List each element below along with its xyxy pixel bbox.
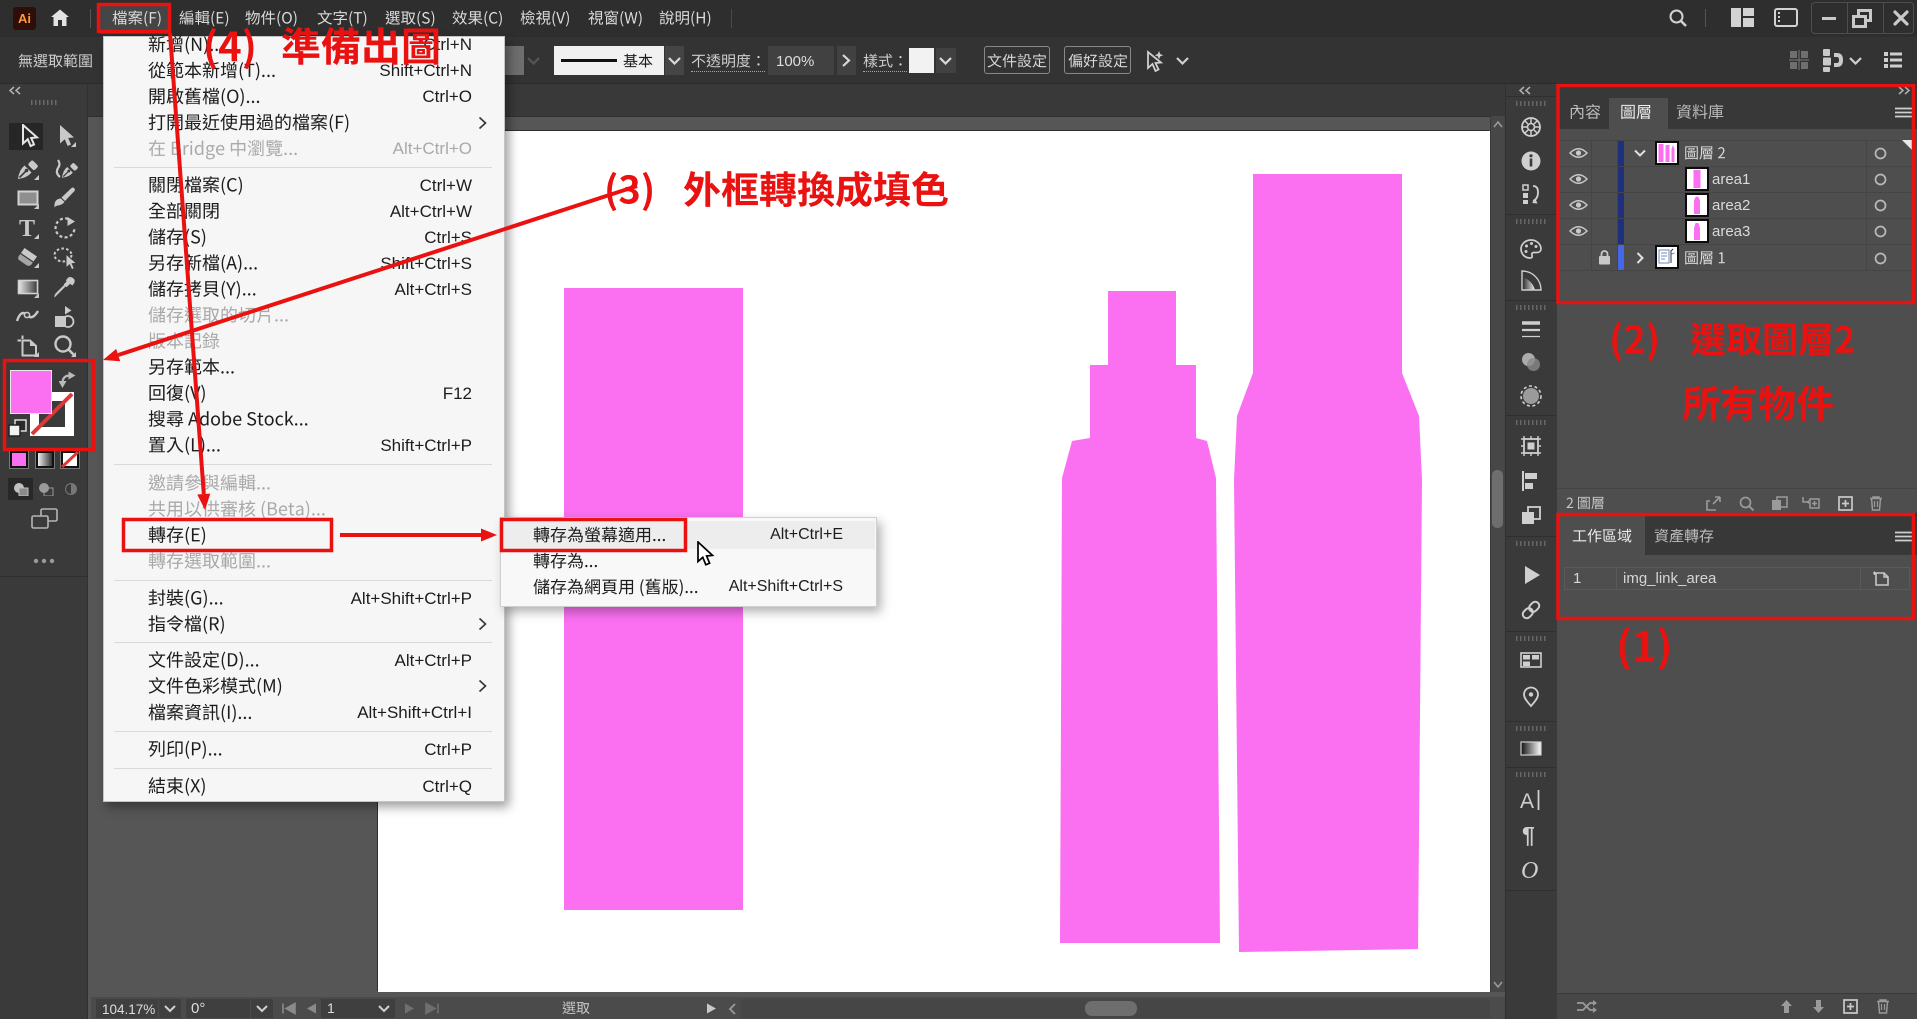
svg-text:T: T bbox=[19, 216, 35, 240]
svg-text:A: A bbox=[1520, 790, 1534, 812]
svg-text:¶: ¶ bbox=[1522, 823, 1535, 847]
svg-text:O: O bbox=[1521, 858, 1538, 882]
